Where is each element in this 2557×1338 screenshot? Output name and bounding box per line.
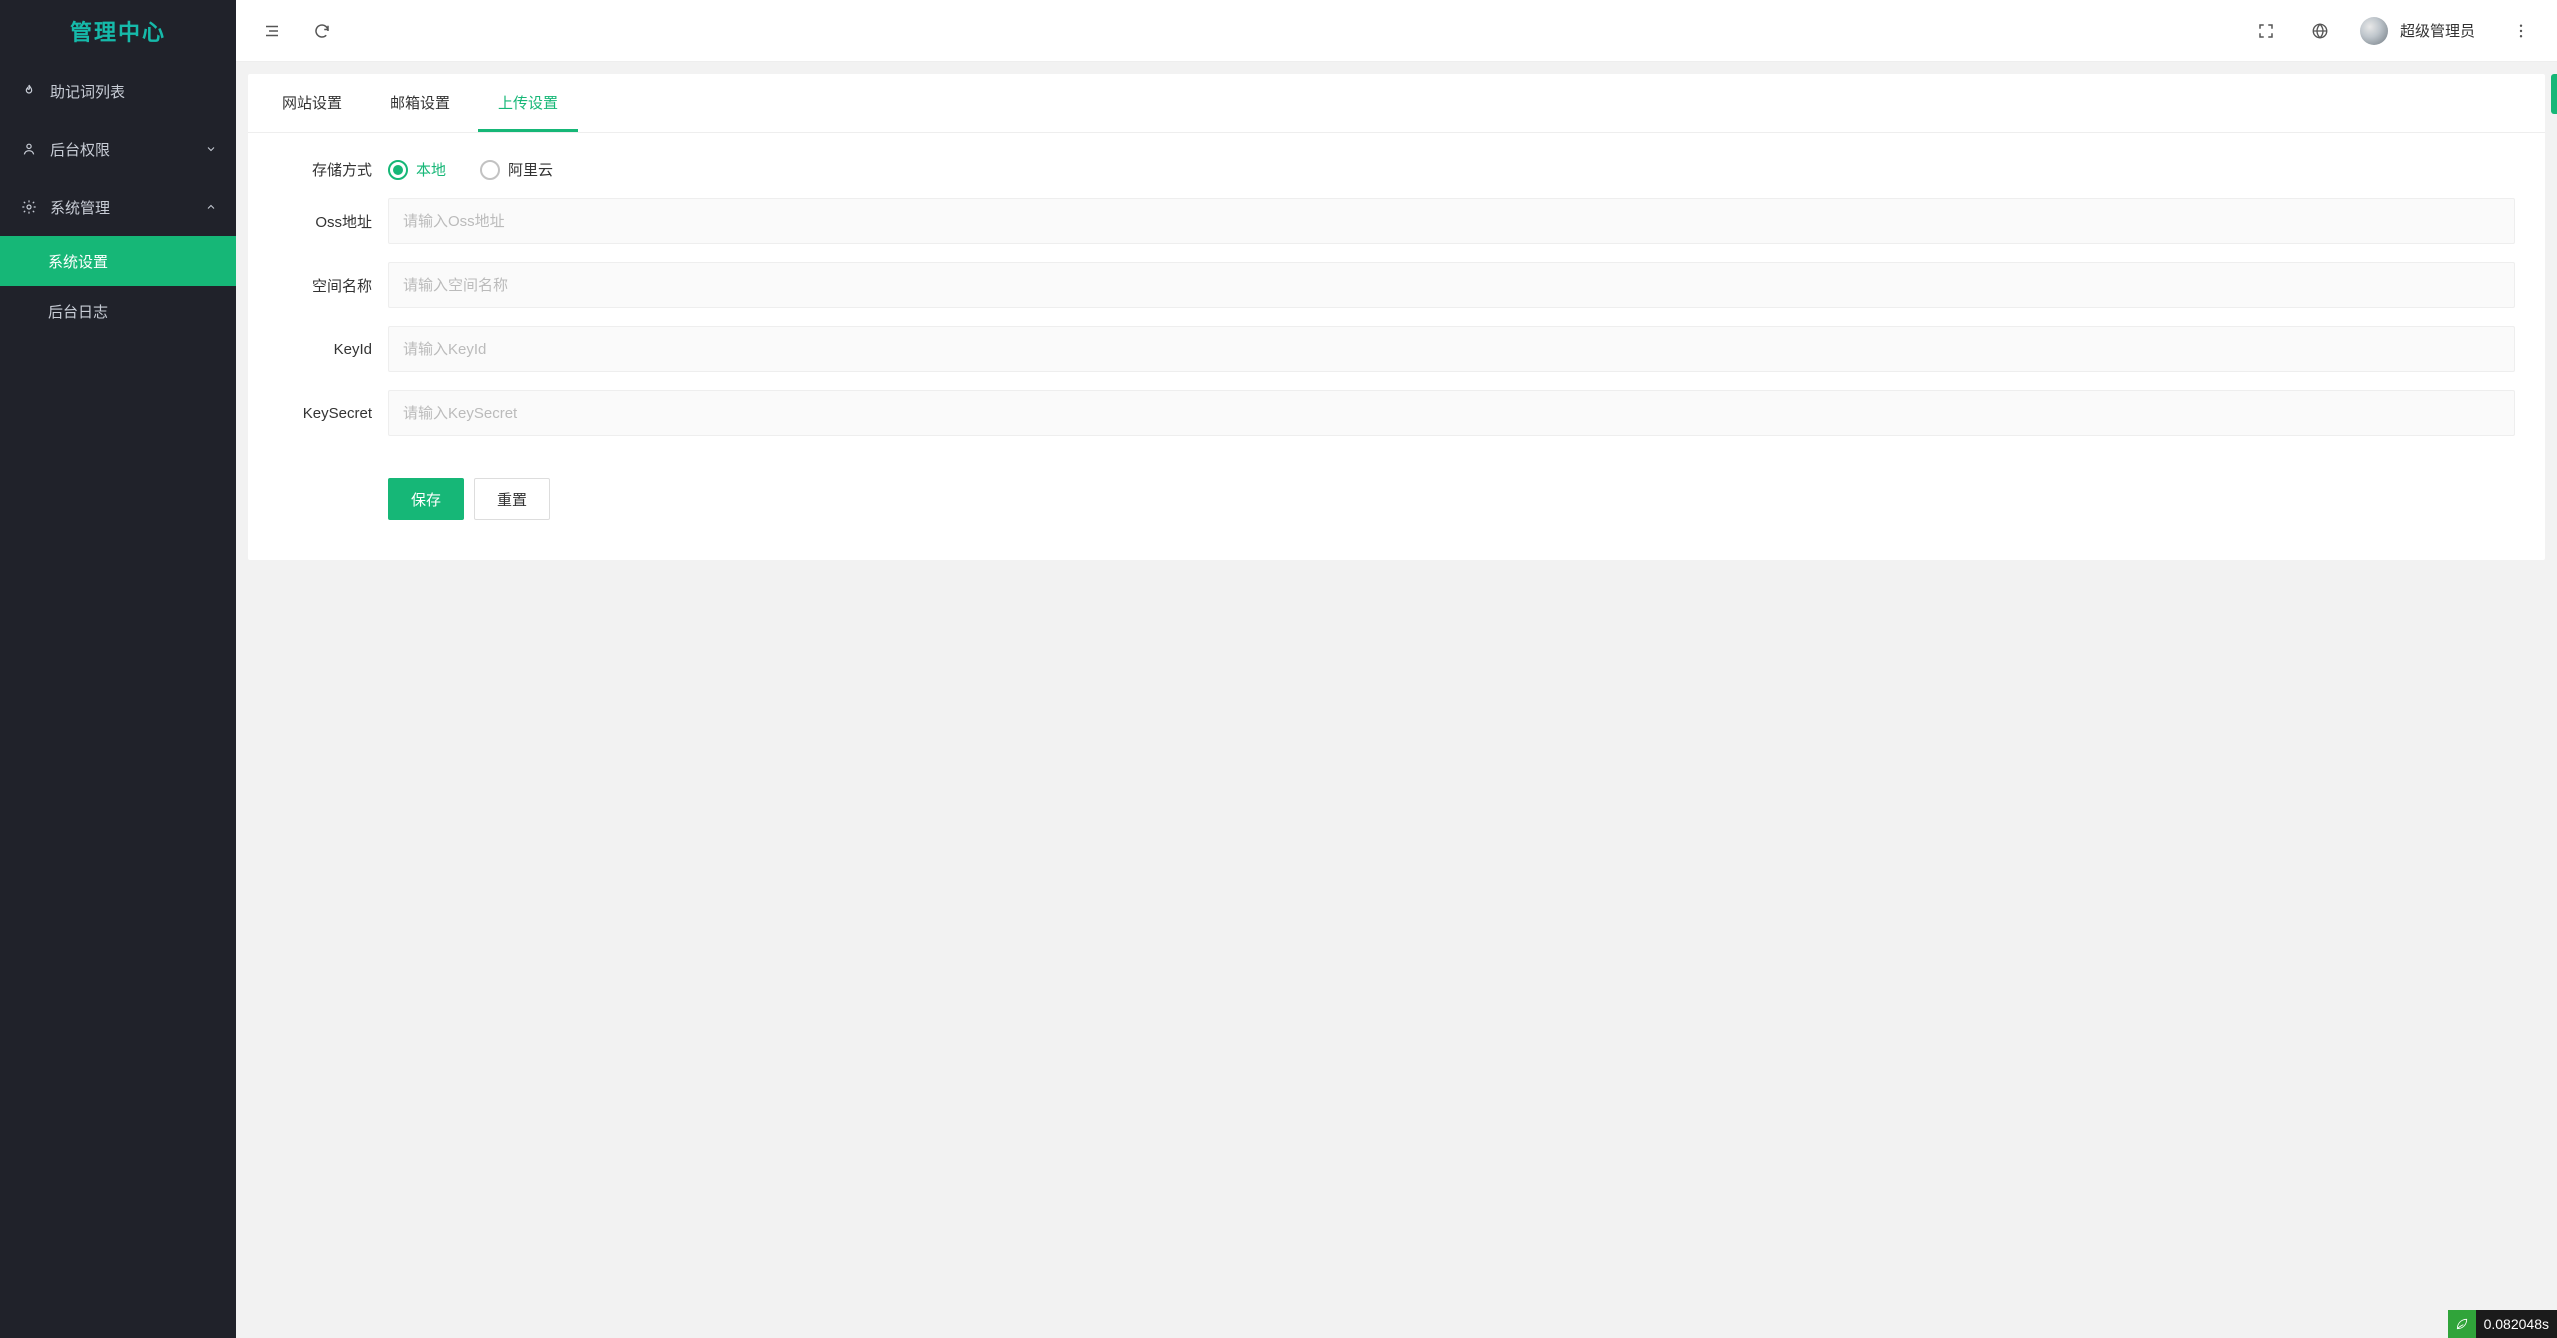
more-button[interactable] — [2499, 9, 2543, 53]
sidebar-item-label: 后台权限 — [50, 139, 110, 160]
radio-aliyun[interactable]: 阿里云 — [480, 159, 553, 180]
header-left — [250, 9, 344, 53]
row-keyid: KeyId — [278, 326, 2515, 372]
avatar — [2360, 17, 2388, 45]
reset-button[interactable]: 重置 — [474, 478, 550, 520]
label-keyid: KeyId — [278, 341, 388, 358]
label-oss-url: Oss地址 — [278, 211, 388, 232]
sidebar-sub-label: 系统设置 — [48, 251, 108, 272]
fire-icon — [20, 82, 38, 100]
form-actions: 保存 重置 — [388, 478, 2515, 520]
save-button[interactable]: 保存 — [388, 478, 464, 520]
header-right: 超级管理员 — [2244, 9, 2543, 53]
brand-title: 管理中心 — [70, 15, 166, 47]
row-oss-url: Oss地址 — [278, 198, 2515, 244]
label-storage: 存储方式 — [278, 159, 388, 180]
refresh-button[interactable] — [300, 9, 344, 53]
chevron-down-icon — [204, 142, 218, 156]
radio-local-label: 本地 — [416, 159, 446, 180]
sidebar-item-system[interactable]: 系统管理 — [0, 178, 236, 236]
settings-card: 网站设置 邮箱设置 上传设置 存储方式 本地 — [248, 74, 2545, 560]
radio-circle-icon — [480, 160, 500, 180]
sidebar-sub-system: 系统设置 后台日志 — [0, 236, 236, 336]
header: 超级管理员 — [236, 0, 2557, 62]
chevron-up-icon — [204, 200, 218, 214]
sidebar-item-permission[interactable]: 后台权限 — [0, 120, 236, 178]
sidebar: 管理中心 助记词列表 后台权限 — [0, 0, 236, 1338]
row-keysecret: KeySecret — [278, 390, 2515, 436]
sidebar-sub-label: 后台日志 — [48, 301, 108, 322]
main: 超级管理员 网站设置 邮箱设置 上传设置 存储方式 — [236, 0, 2557, 1338]
tab-upload[interactable]: 上传设置 — [478, 74, 578, 132]
sidebar-nav: 助记词列表 后台权限 系统管理 — [0, 62, 236, 1338]
radio-circle-icon — [388, 160, 408, 180]
input-bucket[interactable] — [388, 262, 2515, 308]
label-keysecret: KeySecret — [278, 405, 388, 422]
sidebar-item-label: 系统管理 — [50, 197, 110, 218]
gear-icon — [20, 198, 38, 216]
sidebar-item-label: 助记词列表 — [50, 81, 125, 102]
radio-local[interactable]: 本地 — [388, 159, 446, 180]
brand[interactable]: 管理中心 — [0, 0, 236, 62]
fullscreen-button[interactable] — [2244, 9, 2288, 53]
perf-time: 0.082048s — [2476, 1310, 2557, 1338]
upload-form: 存储方式 本地 阿里云 O — [248, 133, 2545, 560]
input-keyid[interactable] — [388, 326, 2515, 372]
storage-radio-group: 本地 阿里云 — [388, 159, 2515, 180]
language-button[interactable] — [2298, 9, 2342, 53]
tabs: 网站设置 邮箱设置 上传设置 — [248, 74, 2545, 133]
leaf-icon — [2448, 1310, 2476, 1338]
label-bucket: 空间名称 — [278, 275, 388, 296]
tab-site[interactable]: 网站设置 — [262, 74, 362, 132]
user-icon — [20, 140, 38, 158]
user-menu[interactable]: 超级管理员 — [2352, 9, 2489, 53]
row-bucket: 空间名称 — [278, 262, 2515, 308]
row-storage: 存储方式 本地 阿里云 — [278, 159, 2515, 180]
sidebar-sub-system-settings[interactable]: 系统设置 — [0, 236, 236, 286]
toggle-sidebar-button[interactable] — [250, 9, 294, 53]
perf-badge[interactable]: 0.082048s — [2448, 1310, 2557, 1338]
input-keysecret[interactable] — [388, 390, 2515, 436]
input-oss-url[interactable] — [388, 198, 2515, 244]
radio-aliyun-label: 阿里云 — [508, 159, 553, 180]
tab-email[interactable]: 邮箱设置 — [370, 74, 470, 132]
sidebar-item-mnemonic[interactable]: 助记词列表 — [0, 62, 236, 120]
app-root: 管理中心 助记词列表 后台权限 — [0, 0, 2557, 1338]
username: 超级管理员 — [2400, 20, 2475, 41]
content: 网站设置 邮箱设置 上传设置 存储方式 本地 — [236, 62, 2557, 1338]
sidebar-sub-system-log[interactable]: 后台日志 — [0, 286, 236, 336]
